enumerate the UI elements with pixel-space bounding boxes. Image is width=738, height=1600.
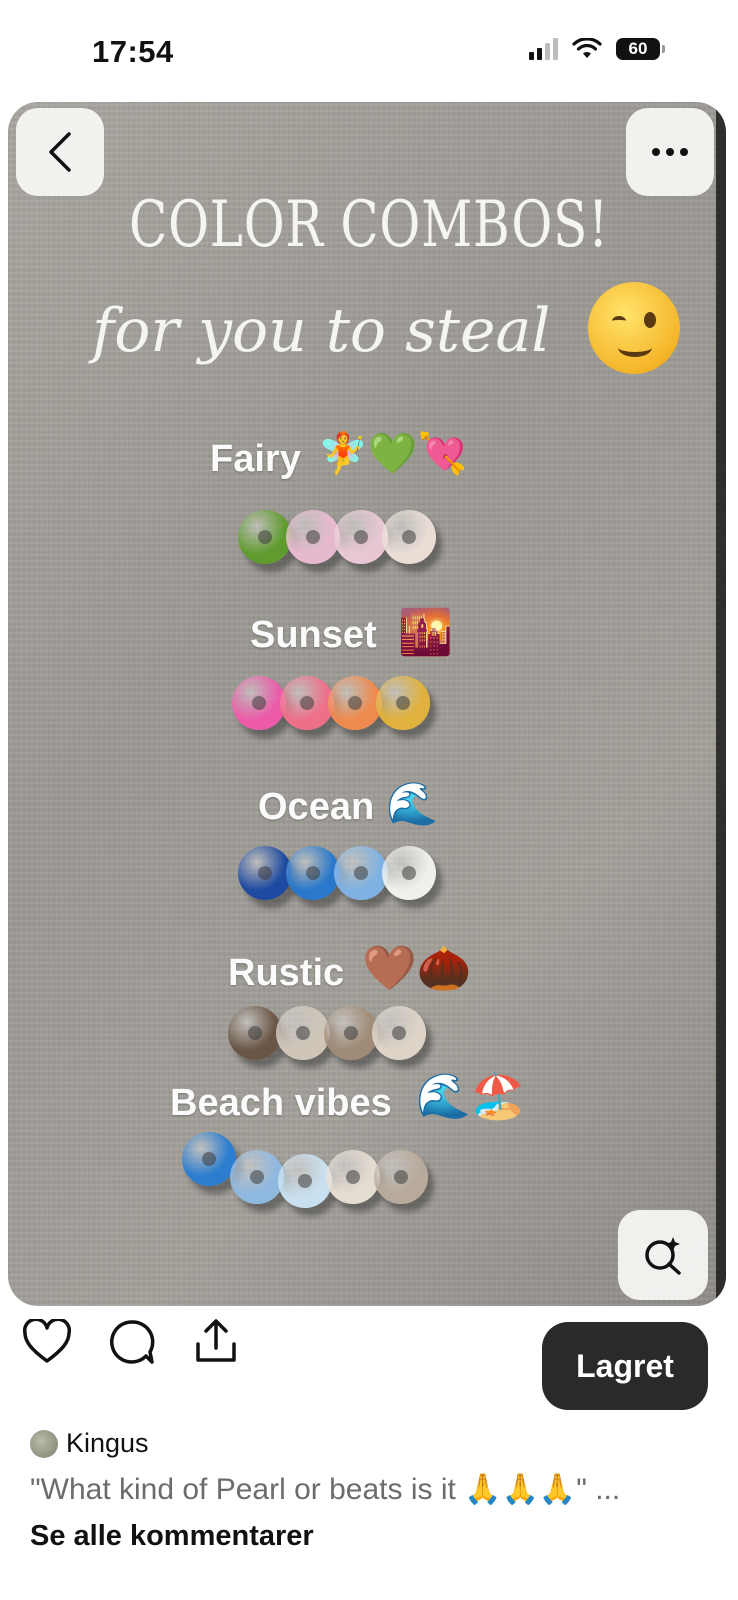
avatar[interactable]: [30, 1429, 58, 1458]
bead-row-fairy: [238, 510, 436, 564]
bead: [238, 510, 292, 564]
bead: [382, 510, 436, 564]
pin-action-row: [22, 1318, 240, 1366]
sunset-emoji-icon: 🌇: [398, 608, 453, 657]
combo-label-rustic: Rustic: [228, 952, 345, 994]
see-all-comments-link[interactable]: Se alle kommentarer: [30, 1520, 314, 1553]
winking-face-icon: [588, 282, 680, 374]
bead: [376, 676, 430, 730]
bead: [286, 846, 340, 900]
bead-row-rustic: [228, 1006, 426, 1060]
combo-label-ocean: Ocean: [258, 786, 375, 828]
bead: [238, 846, 292, 900]
more-options-button[interactable]: [626, 108, 714, 196]
combo-label-fairy: Fairy: [210, 438, 301, 480]
more-horizontal-icon: [652, 148, 688, 156]
comment-author-name[interactable]: Kingus: [66, 1428, 149, 1459]
fairy-emoji-icon: 🧚💚💘: [318, 432, 468, 476]
share-icon[interactable]: [192, 1318, 240, 1366]
combo-label-sunset: Sunset: [250, 614, 377, 656]
visual-search-icon: [645, 1237, 681, 1275]
bead: [228, 1006, 282, 1060]
status-time: 17:54: [92, 34, 174, 69]
pin-title: COLOR COMBOS!: [129, 188, 609, 262]
bead: [326, 1150, 380, 1204]
bead: [382, 846, 436, 900]
bead: [278, 1154, 332, 1208]
bead: [280, 676, 334, 730]
comment-author[interactable]: Kingus: [30, 1428, 149, 1459]
bead: [232, 676, 286, 730]
beach-emoji-icon: 🌊🏖️: [416, 1072, 526, 1121]
bead: [328, 676, 382, 730]
bead: [286, 510, 340, 564]
bead-row-sunset: [232, 676, 430, 730]
status-icons: 60: [529, 38, 665, 60]
chevron-left-icon: [49, 132, 71, 172]
combo-label-beach-vibes: Beach vibes: [170, 1082, 392, 1124]
bead-row-beach-vibes: [182, 1132, 428, 1208]
bead: [334, 846, 388, 900]
cellular-signal-icon: [529, 38, 558, 60]
bead: [182, 1132, 236, 1186]
bead: [324, 1006, 378, 1060]
battery-icon: 60: [616, 38, 665, 60]
bead: [230, 1150, 284, 1204]
wave-emoji-icon: 🌊: [386, 780, 439, 827]
bead: [334, 510, 388, 564]
bead: [372, 1006, 426, 1060]
heart-icon[interactable]: [22, 1319, 72, 1365]
bead: [374, 1150, 428, 1204]
comment-icon[interactable]: [108, 1318, 156, 1366]
visual-search-button[interactable]: [618, 1210, 708, 1300]
pin-subtitle: for you to steal: [92, 296, 551, 366]
bead-row-ocean: [238, 846, 436, 900]
brown-heart-emoji-icon: 🤎🌰: [362, 944, 472, 993]
comment-text[interactable]: "What kind of Pearl or beats is it 🙏🙏🙏" …: [30, 1472, 620, 1507]
bead: [276, 1006, 330, 1060]
saved-button[interactable]: Lagret: [542, 1322, 708, 1410]
back-button[interactable]: [16, 108, 104, 196]
wifi-icon: [572, 38, 602, 58]
